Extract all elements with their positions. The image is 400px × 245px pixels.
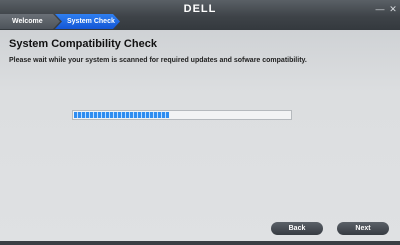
- back-button[interactable]: Back: [271, 222, 323, 235]
- dell-logo: DELL: [183, 3, 217, 15]
- title-bar: Welcome System Check DELL — ✕: [0, 0, 400, 30]
- window-bottom-border: [0, 241, 400, 245]
- page-title: System Compatibility Check: [9, 38, 157, 50]
- step-welcome-label: Welcome: [12, 18, 43, 25]
- step-system-check: System Check: [55, 14, 120, 29]
- step-welcome: Welcome: [0, 14, 60, 29]
- minimize-icon[interactable]: —: [375, 4, 385, 14]
- progress-bar: [72, 110, 292, 120]
- close-icon[interactable]: ✕: [388, 4, 398, 14]
- step-system-check-label: System Check: [67, 18, 115, 25]
- next-button[interactable]: Next: [337, 222, 389, 235]
- progress-fill: [74, 112, 169, 118]
- scan-status-text: Please wait while your system is scanned…: [9, 57, 307, 64]
- main-panel: System Compatibility Check Please wait w…: [0, 30, 400, 241]
